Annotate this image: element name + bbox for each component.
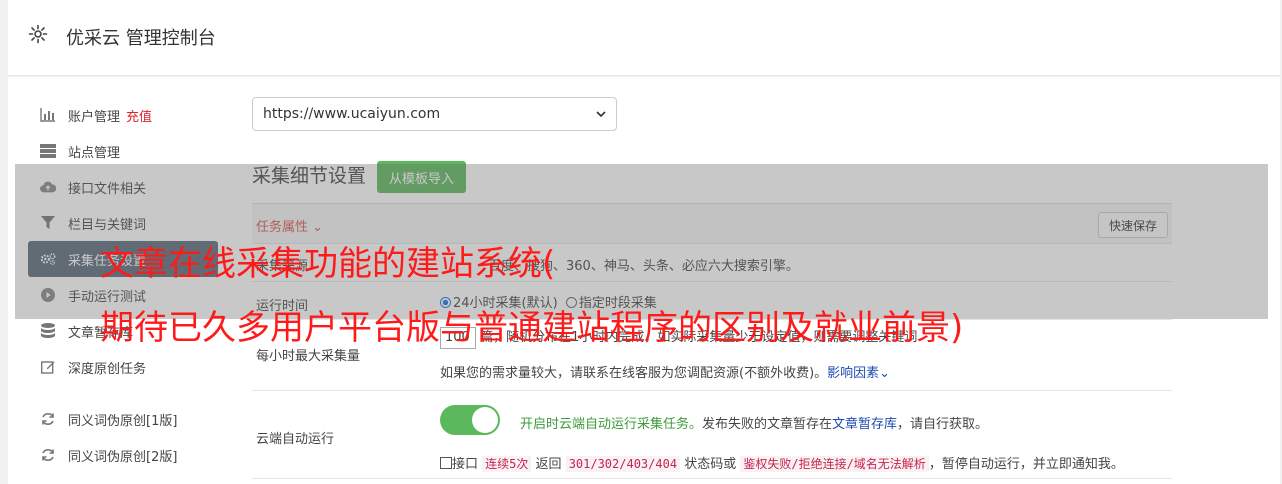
overlay-title-line2: 期待已久多用户平台版与普通建站程序的区别及就业前景) (100, 308, 964, 348)
database-icon (40, 323, 56, 339)
server-icon (40, 143, 56, 159)
article-store-link[interactable]: 文章暂存库 (832, 417, 897, 432)
cb-tail: ，暂停自动运行，并立即通知我。 (928, 457, 1124, 472)
max-line2: 如果您的需求量较大，请联系在线客服为您调配资源(不额外收费)。影响因素⌄ (440, 362, 890, 381)
sidebar-divider (28, 385, 218, 401)
gray-overlay (15, 164, 1268, 319)
code-consecutive: 连续5次 (482, 456, 532, 472)
sidebar-item-account[interactable]: 账户管理 充值 (28, 97, 218, 133)
cb-prefix: 接口 (452, 457, 479, 472)
edit-icon (40, 359, 56, 375)
pause-checkbox[interactable] (440, 457, 452, 469)
chevron-down-icon (596, 111, 606, 118)
site-select-value: https://www.ucaiyun.com (263, 106, 441, 122)
sidebar-item-label: 同义词伪原创[2版] (68, 449, 178, 465)
page-title: 优采云 管理控制台 (66, 28, 216, 49)
recharge-link[interactable]: 充值 (126, 106, 152, 125)
cloud-desc: 开启时云端自动运行采集任务。发布失败的文章暂存在文章暂存库，请自行获取。 (520, 413, 988, 432)
bar-chart-icon (40, 107, 56, 123)
main-content: https://www.ucaiyun.com 采集细节设置 从模板导入 任务属… (252, 97, 1172, 479)
code-status: 301/302/403/404 (565, 456, 681, 472)
row-label: 云端自动运行 (256, 432, 335, 447)
sidebar-item-label: 深度原创任务 (68, 361, 147, 377)
toggle-knob (472, 407, 498, 433)
cloud-run-toggle[interactable] (440, 405, 500, 435)
cb-mid1: 返回 (535, 457, 562, 472)
refresh-icon (40, 447, 56, 463)
sidebar-item-deep-original[interactable]: 深度原创任务 (28, 349, 218, 385)
page-header: 优采云 管理控制台 (8, 0, 1280, 76)
sidebar-item-label: 账户管理 (68, 109, 121, 125)
influence-link[interactable]: 影响因素 (827, 366, 879, 381)
sidebar-item-synonym-v1[interactable]: 同义词伪原创[1版] (28, 401, 218, 437)
cloud-desc2: ，请自行获取。 (897, 417, 989, 432)
cloud-desc1: 发布失败的文章暂存在 (702, 417, 833, 432)
table-row: 云端自动运行 开启时云端自动运行采集任务。发布失败的文章暂存在文章暂存库，请自行… (252, 391, 1172, 479)
refresh-icon (40, 411, 56, 427)
sidebar-item-label: 同义词伪原创[1版] (68, 413, 178, 429)
chevron-down-icon: ⌄ (879, 366, 891, 381)
gear-icon (28, 24, 48, 44)
cloud-checkbox-line: 接口 连续5次 返回 301/302/403/404 状态码或 鉴权失败/拒绝连… (440, 453, 1124, 472)
max-note: 如果您的需求量较大，请联系在线客服为您调配资源(不额外收费)。 (440, 366, 828, 381)
site-select[interactable]: https://www.ucaiyun.com (252, 97, 617, 131)
sidebar-item-label: 站点管理 (68, 145, 121, 161)
overlay-title-line1: 文章在线采集功能的建站系统( (100, 244, 556, 284)
sidebar-item-synonym-v2[interactable]: 同义词伪原创[2版] (28, 437, 218, 473)
code-errors: 鉴权失败/拒绝连接/域名无法解析 (740, 456, 929, 472)
cloud-status: 开启时云端自动运行采集任务。 (520, 417, 703, 432)
cb-mid2: 状态码或 (684, 457, 737, 472)
